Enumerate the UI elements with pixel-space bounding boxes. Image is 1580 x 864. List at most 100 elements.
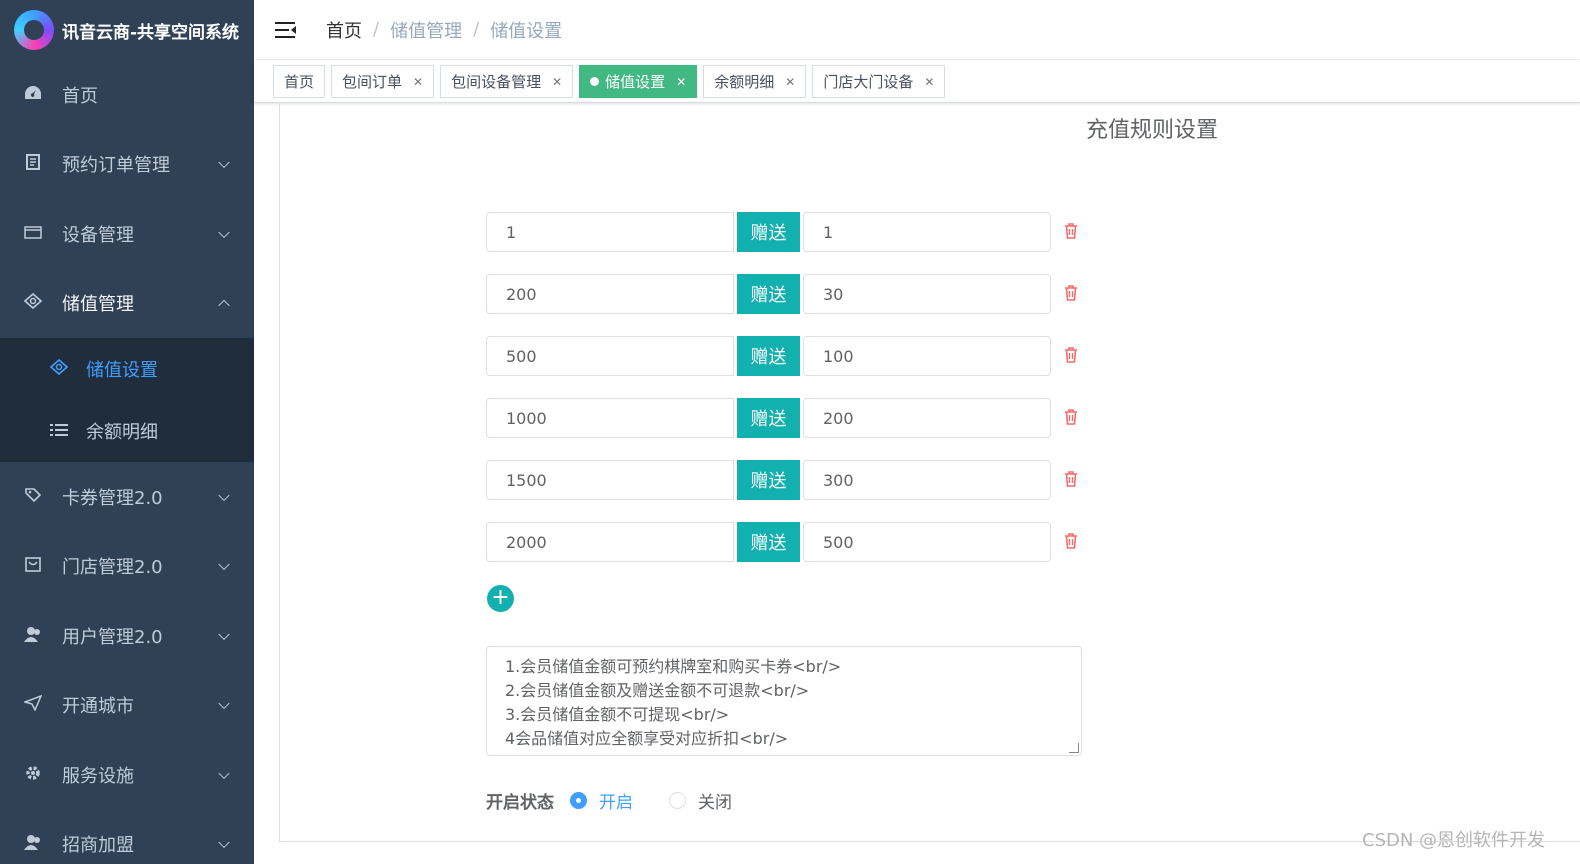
ticket-icon [22, 487, 44, 507]
gift-button[interactable]: 赠送 [737, 274, 800, 314]
gift-button[interactable]: 赠送 [737, 460, 800, 500]
tab-label: 包间订单 [342, 73, 403, 91]
chevron-down-icon [218, 156, 230, 169]
recharge-amount-input[interactable] [486, 460, 734, 500]
radio-label: 开启 [599, 793, 633, 813]
list-icon [48, 422, 70, 441]
sidebar-item-label: 设备管理 [62, 224, 134, 246]
breadcrumb-separator: / [473, 19, 480, 40]
sidebar-item-home[interactable]: 首页 [0, 60, 254, 130]
gift-amount-input[interactable] [803, 212, 1051, 252]
gift-button[interactable]: 赠送 [737, 522, 800, 562]
menu-toggle-icon[interactable] [275, 21, 297, 39]
tab-room-devices[interactable]: 包间设备管理 ✕ [440, 65, 574, 98]
delete-icon[interactable] [1061, 407, 1083, 429]
tab-label: 门店大门设备 [823, 73, 914, 91]
tab-balance-details[interactable]: 余额明细 ✕ [703, 65, 807, 98]
add-rule-button[interactable]: + [487, 585, 514, 612]
sidebar-subitem-label: 余额明细 [86, 422, 158, 443]
delete-icon[interactable] [1061, 531, 1083, 553]
close-icon[interactable]: ✕ [413, 75, 423, 89]
close-icon[interactable]: ✕ [924, 75, 934, 89]
wallet-icon [22, 293, 44, 313]
form-panel: 充值规则设置 赠送赠送赠送赠送赠送赠送 + 1.会员储值金额可预约棋牌室和购买卡… [279, 104, 1580, 842]
tags-view: 首页 包间订单 ✕ 包间设备管理 ✕ 储值设置 ✕ 余额明细 ✕ 门店大门设备 … [254, 61, 1580, 103]
delete-icon[interactable] [1061, 283, 1083, 305]
chevron-down-icon [218, 767, 230, 779]
sidebar-item-stores[interactable]: 门店管理2.0 [0, 532, 254, 602]
sidebar-subitem-stored-value-settings[interactable]: 储值设置 [0, 338, 254, 400]
gift-amount-input[interactable] [803, 460, 1051, 500]
rule-row: 赠送 [486, 274, 1083, 314]
tab-label: 首页 [284, 73, 315, 91]
gift-button[interactable]: 赠送 [737, 212, 800, 252]
status-radio-on[interactable]: 开启 [570, 788, 633, 813]
chevron-down-icon [218, 697, 230, 710]
app-title: 讯音云商-共享空间系统 [62, 22, 240, 43]
chevron-down-icon [218, 836, 230, 849]
gift-button[interactable]: 赠送 [737, 398, 800, 438]
user-icon [22, 626, 44, 646]
sidebar-item-devices[interactable]: 设备管理 [0, 199, 254, 269]
tab-home[interactable]: 首页 [273, 65, 326, 98]
sidebar-item-cities[interactable]: 开通城市 [0, 671, 254, 741]
device-icon [22, 224, 44, 243]
main-content: 充值规则设置 赠送赠送赠送赠送赠送赠送 + 1.会员储值金额可预约棋牌室和购买卡… [254, 104, 1580, 864]
status-radio-off[interactable]: 关闭 [669, 788, 732, 813]
gift-amount-input[interactable] [803, 522, 1051, 562]
status-field: 开启状态 开启 关闭 [486, 788, 768, 813]
sidebar-subitem-label: 储值设置 [86, 360, 158, 381]
top-navbar: 首页 / 储值管理 / 储值设置 [254, 0, 1580, 60]
breadcrumb-item-stored-value: 储值管理 [390, 20, 463, 42]
recharge-amount-input[interactable] [486, 212, 734, 252]
chevron-down-icon [218, 558, 230, 571]
recharge-amount-input[interactable] [486, 274, 734, 314]
delete-icon[interactable] [1061, 221, 1083, 243]
people-icon [22, 834, 44, 854]
close-icon[interactable]: ✕ [552, 75, 562, 89]
breadcrumb-separator: / [373, 19, 380, 40]
notes-line: 4会品储值对应全额享受对应折扣<br/> [505, 729, 789, 748]
recharge-amount-input[interactable] [486, 522, 734, 562]
status-label: 开启状态 [486, 793, 554, 813]
rule-row: 赠送 [486, 460, 1083, 500]
sidebar-item-label: 招商加盟 [62, 835, 134, 857]
sidebar-item-facilities[interactable]: 服务设施 [0, 740, 254, 810]
gift-button[interactable]: 赠送 [737, 336, 800, 376]
chevron-down-icon [218, 226, 230, 238]
sidebar-item-stored-value[interactable]: 储值管理 [0, 269, 254, 339]
tab-room-orders[interactable]: 包间订单 ✕ [331, 65, 435, 98]
sidebar-item-label: 首页 [62, 85, 98, 107]
notes-line: 2.会员储值金额及赠送金额不可退款<br/> [505, 681, 810, 700]
delete-icon[interactable] [1061, 469, 1083, 491]
sidebar-item-users[interactable]: 用户管理2.0 [0, 601, 254, 671]
document-icon [22, 154, 44, 174]
sidebar-item-franchise[interactable]: 招商加盟 [0, 810, 254, 864]
gift-amount-input[interactable] [803, 274, 1051, 314]
gift-amount-input[interactable] [803, 336, 1051, 376]
sidebar-item-label: 开通城市 [62, 696, 134, 718]
recharge-amount-input[interactable] [486, 398, 734, 438]
gift-amount-input[interactable] [803, 398, 1051, 438]
radio-unchecked-icon [669, 792, 686, 809]
close-icon[interactable]: ✕ [785, 75, 795, 89]
sidebar-subitem-balance-details[interactable]: 余额明细 [0, 400, 254, 462]
chevron-down-icon [218, 489, 230, 501]
send-icon [22, 694, 44, 715]
sidebar-item-coupons[interactable]: 卡券管理2.0 [0, 462, 254, 532]
recharge-amount-input[interactable] [486, 336, 734, 376]
close-icon[interactable]: ✕ [676, 75, 686, 89]
delete-icon[interactable] [1061, 345, 1083, 367]
breadcrumb-item-settings: 储值设置 [490, 20, 563, 42]
breadcrumb: 首页 / 储值管理 / 储值设置 [326, 17, 562, 43]
store-icon [22, 556, 44, 576]
tab-stored-value-settings[interactable]: 储值设置 ✕ [579, 65, 698, 98]
page-title: 充值规则设置 [1086, 118, 1219, 143]
tab-store-door-devices[interactable]: 门店大门设备 ✕ [812, 65, 946, 98]
breadcrumb-item-home[interactable]: 首页 [326, 17, 362, 43]
sidebar-item-booking-orders[interactable]: 预约订单管理 [0, 130, 254, 200]
notes-textarea[interactable]: 1.会员储值金额可预约棋牌室和购买卡券<br/> 2.会员储值金额及赠送金额不可… [486, 646, 1082, 756]
dashboard-icon [22, 85, 44, 105]
resize-handle-icon[interactable] [1069, 743, 1079, 753]
sidebar-item-label: 服务设施 [62, 765, 134, 787]
